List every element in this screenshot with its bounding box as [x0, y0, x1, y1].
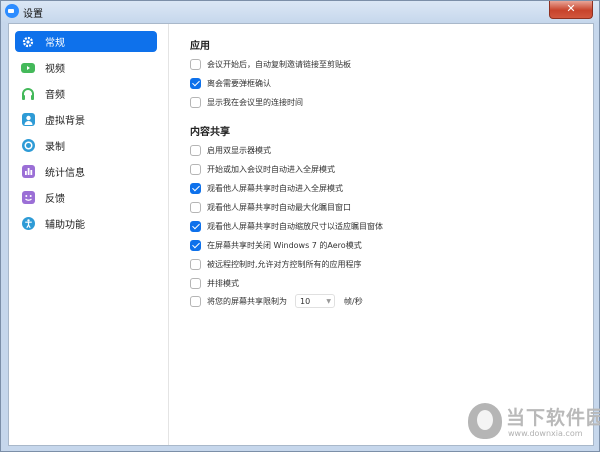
smiley-icon	[21, 191, 35, 205]
watermark-url: www.downxia.com	[508, 429, 583, 438]
option-label: 被远程控制时,允许对方控制所有的应用程序	[207, 259, 362, 269]
watermark: 当下软件园 www.downxia.com	[468, 401, 600, 443]
option-label: 显示我在会议里的连接时间	[207, 97, 303, 107]
sidebar-item-statistics[interactable]: 统计信息	[15, 161, 157, 182]
option-label: 在屏幕共享时关闭 Windows 7 的Aero模式	[207, 240, 362, 250]
title-bar[interactable]: 设置 ✕	[1, 1, 599, 21]
sidebar-item-label: 虚拟背景	[45, 116, 85, 127]
checkbox[interactable]	[190, 220, 201, 232]
sidebar-item-label: 音频	[45, 90, 65, 101]
option-label: 将您的屏幕共享限制为	[207, 296, 287, 306]
sidebar-item-accessibility[interactable]: 辅助功能	[15, 213, 157, 234]
framerate-select[interactable]: 10 ▼	[295, 294, 335, 308]
chevron-down-icon: ▼	[326, 297, 331, 305]
client-area: 常规 视频 音频 虚拟背景 录制 统计信息 反馈 辅助功能 应用 会议开始后，自…	[8, 23, 594, 446]
video-icon	[21, 61, 35, 75]
sidebar-item-general[interactable]: 常规	[15, 31, 157, 52]
option-label: 观看他人屏幕共享时自动缩放尺寸以适应瞩目窗体	[207, 221, 383, 231]
option-confirm-leave[interactable]: 离会需要弹框确认	[190, 76, 271, 90]
framerate-unit: 帧/秒	[344, 296, 363, 306]
settings-window: 设置 ✕ 常规 视频 音频 虚拟背景 录制 统计信息 反馈 辅助功能 应用 会议…	[0, 0, 600, 452]
checkbox[interactable]	[190, 201, 201, 213]
framerate-value: 10	[300, 296, 311, 306]
section-title-app: 应用	[190, 41, 210, 52]
sidebar-item-label: 辅助功能	[45, 220, 85, 231]
sidebar-item-label: 录制	[45, 142, 65, 153]
option-fullscreen-on-share[interactable]: 观看他人屏幕共享时自动进入全屏模式	[190, 181, 343, 195]
bar-chart-icon	[21, 165, 35, 179]
person-background-icon	[21, 113, 35, 127]
headphones-icon	[21, 87, 35, 101]
accessibility-icon	[21, 217, 35, 231]
close-button[interactable]: ✕	[549, 1, 593, 19]
sidebar: 常规 视频 音频 虚拟背景 录制 统计信息 反馈 辅助功能	[9, 24, 169, 445]
option-label: 会议开始后，自动复制邀请链接至剪贴板	[207, 59, 351, 69]
option-remote-control-all-apps[interactable]: 被远程控制时,允许对方控制所有的应用程序	[190, 257, 362, 271]
option-label: 启用双显示器模式	[207, 145, 271, 155]
option-label: 开始或加入会议时自动进入全屏模式	[207, 164, 335, 174]
record-icon	[21, 139, 35, 153]
checkbox[interactable]	[190, 277, 201, 289]
option-label: 观看他人屏幕共享时自动最大化瞩目窗口	[207, 202, 351, 212]
sidebar-item-video[interactable]: 视频	[15, 57, 157, 78]
sidebar-item-feedback[interactable]: 反馈	[15, 187, 157, 208]
sidebar-item-label: 统计信息	[45, 168, 85, 179]
checkbox[interactable]	[190, 239, 201, 251]
option-side-by-side[interactable]: 并排模式	[190, 276, 239, 290]
gear-icon	[21, 35, 35, 49]
option-dual-monitor[interactable]: 启用双显示器模式	[190, 143, 271, 157]
option-auto-copy-invite[interactable]: 会议开始后，自动复制邀请链接至剪贴板	[190, 57, 351, 71]
checkbox[interactable]	[190, 144, 201, 156]
window-title: 设置	[23, 9, 43, 20]
watermark-logo-icon	[468, 403, 502, 439]
option-fullscreen-on-join[interactable]: 开始或加入会议时自动进入全屏模式	[190, 162, 335, 176]
checkbox[interactable]	[190, 163, 201, 175]
option-label: 观看他人屏幕共享时自动进入全屏模式	[207, 183, 343, 193]
sidebar-item-recording[interactable]: 录制	[15, 135, 157, 156]
general-settings-panel: 应用 会议开始后，自动复制邀请链接至剪贴板 离会需要弹框确认 显示我在会议里的连…	[169, 24, 593, 445]
watermark-name: 当下软件园	[506, 407, 600, 429]
checkbox[interactable]	[190, 295, 201, 307]
checkbox[interactable]	[190, 96, 201, 108]
option-label: 并排模式	[207, 278, 239, 288]
sidebar-item-virtual-background[interactable]: 虚拟背景	[15, 109, 157, 130]
app-logo-icon	[5, 4, 19, 18]
sidebar-item-audio[interactable]: 音频	[15, 83, 157, 104]
option-fit-to-window[interactable]: 观看他人屏幕共享时自动缩放尺寸以适应瞩目窗体	[190, 219, 383, 233]
option-disable-aero[interactable]: 在屏幕共享时关闭 Windows 7 的Aero模式	[190, 238, 362, 252]
option-show-connection-time[interactable]: 显示我在会议里的连接时间	[190, 95, 303, 109]
checkbox[interactable]	[190, 58, 201, 70]
section-title-share: 内容共享	[190, 127, 230, 138]
checkbox[interactable]	[190, 77, 201, 89]
checkbox[interactable]	[190, 182, 201, 194]
sidebar-item-label: 视频	[45, 64, 65, 75]
sidebar-item-label: 常规	[45, 38, 65, 49]
checkbox[interactable]	[190, 258, 201, 270]
sidebar-item-label: 反馈	[45, 194, 65, 205]
option-limit-framerate[interactable]: 将您的屏幕共享限制为 10 ▼ 帧/秒	[190, 294, 363, 308]
option-maximize-on-share[interactable]: 观看他人屏幕共享时自动最大化瞩目窗口	[190, 200, 351, 214]
option-label: 离会需要弹框确认	[207, 78, 271, 88]
